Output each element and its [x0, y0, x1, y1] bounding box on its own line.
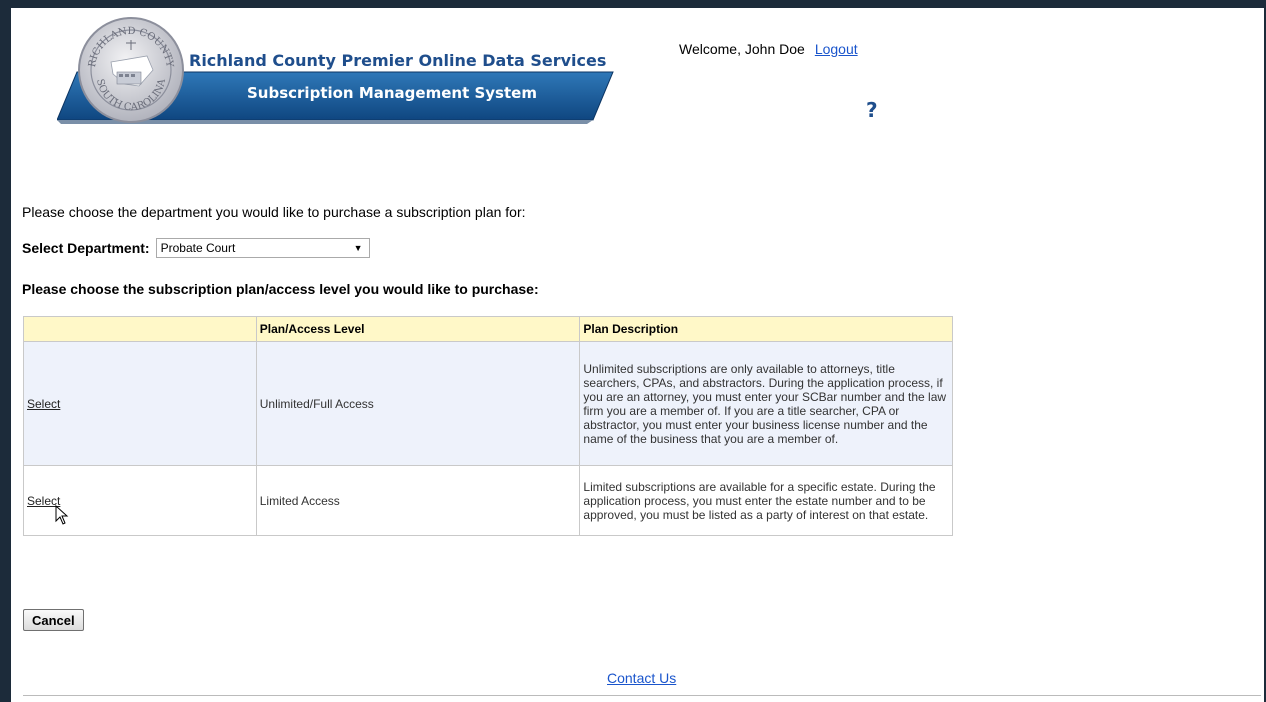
plan-level-cell: Limited Access: [255, 465, 581, 536]
welcome-text: Welcome, John Doe: [679, 41, 805, 57]
action-cell: Select: [23, 341, 257, 466]
plans-table: Plan/Access Level Plan Description Selec…: [23, 316, 953, 536]
header-plan-level: Plan/Access Level: [255, 316, 581, 342]
mouse-cursor-icon: [55, 505, 69, 525]
footer-divider: [23, 695, 1261, 696]
plan-heading: Please choose the subscription plan/acce…: [22, 281, 539, 297]
site-title: Richland County Premier Online Data Serv…: [189, 51, 607, 70]
site-subtitle: Subscription Management System: [247, 84, 537, 102]
header-action: [23, 316, 257, 342]
plan-description-cell: Unlimited subscriptions are only availab…: [579, 341, 953, 466]
plan-description-cell: Limited subscriptions are available for …: [579, 465, 953, 536]
plan-level-cell: Unlimited/Full Access: [255, 341, 581, 466]
table-header-row: Plan/Access Level Plan Description: [23, 316, 953, 342]
contact-us-link[interactable]: Contact Us: [607, 670, 676, 686]
department-row: Select Department: Probate Court ▼: [22, 238, 370, 258]
select-unlimited-link[interactable]: Select: [27, 397, 60, 411]
logout-link[interactable]: Logout: [815, 41, 858, 57]
department-select[interactable]: Probate Court ▼: [155, 238, 370, 258]
department-select-value: Probate Court: [160, 241, 236, 255]
table-row: Select Limited Access Limited subscripti…: [23, 465, 953, 536]
county-seal-icon: RICHLAND COUNTY SOUTH CAROLINA: [78, 17, 184, 123]
help-icon[interactable]: ?: [866, 98, 878, 122]
welcome-area: Welcome, John Doe Logout: [679, 41, 858, 57]
header-plan-description: Plan Description: [579, 316, 953, 342]
cancel-button[interactable]: Cancel: [23, 609, 84, 631]
page: RICHLAND COUNTY SOUTH CAROLINA Richland …: [11, 8, 1264, 702]
header: RICHLAND COUNTY SOUTH CAROLINA Richland …: [11, 8, 1264, 168]
department-label: Select Department:: [22, 240, 150, 256]
table-row: Select Unlimited/Full Access Unlimited s…: [23, 341, 953, 466]
department-intro: Please choose the department you would l…: [22, 204, 526, 220]
chevron-down-icon: ▼: [353, 243, 363, 253]
action-cell: Select: [23, 465, 257, 536]
